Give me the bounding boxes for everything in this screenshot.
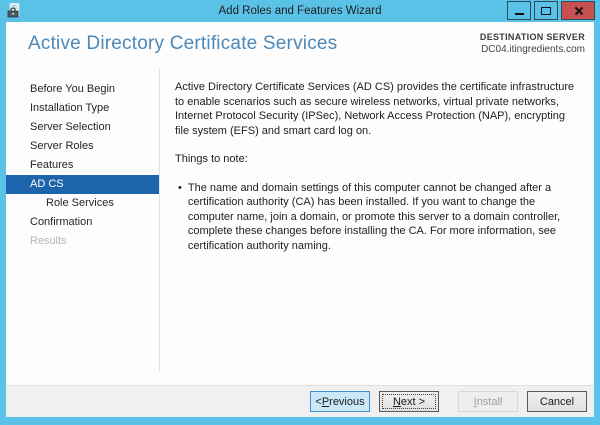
previous-label-post: revious	[329, 396, 364, 408]
destination-server-label: DESTINATION SERVER	[480, 32, 585, 42]
page-title: Active Directory Certificate Services	[28, 33, 337, 55]
things-to-note-heading: Things to note:	[175, 152, 578, 167]
note-bullet-text: The name and domain settings of this com…	[188, 181, 578, 254]
install-label-post: nstall	[477, 396, 503, 408]
sidebar-item-server-selection[interactable]: Server Selection	[6, 118, 159, 137]
maximize-button[interactable]	[534, 1, 558, 20]
sidebar-item-role-services[interactable]: Role Services	[6, 194, 159, 213]
sidebar-item-server-roles[interactable]: Server Roles	[6, 137, 159, 156]
wizard-footer: < Previous Next > Install Cancel	[6, 385, 594, 417]
titlebar[interactable]: Add Roles and Features Wizard	[0, 0, 600, 22]
sidebar-item-before-you-begin[interactable]: Before You Begin	[6, 80, 159, 99]
wizard-window: Add Roles and Features Wizard Active Dir…	[0, 0, 600, 425]
sidebar-item-features[interactable]: Features	[6, 156, 159, 175]
wizard-frame: Active Directory Certificate Services DE…	[6, 22, 594, 417]
bullet-icon: •	[178, 181, 182, 254]
cancel-label: Cancel	[540, 396, 574, 408]
page-content: Active Directory Certificate Services (A…	[160, 68, 594, 385]
note-bullet-item: • The name and domain settings of this c…	[175, 181, 578, 254]
sidebar-item-confirmation[interactable]: Confirmation	[6, 213, 159, 232]
previous-button[interactable]: < Previous	[310, 391, 370, 412]
next-button[interactable]: Next >	[379, 391, 439, 412]
wizard-body: Before You Begin Installation Type Serve…	[6, 68, 594, 385]
window-controls	[504, 1, 595, 20]
minimize-icon	[515, 13, 524, 15]
close-button[interactable]	[561, 1, 595, 20]
next-label-post: ext >	[401, 396, 425, 408]
install-button[interactable]: Install	[458, 391, 518, 412]
close-icon	[573, 6, 583, 16]
sidebar-item-installation-type[interactable]: Installation Type	[6, 99, 159, 118]
intro-paragraph: Active Directory Certificate Services (A…	[175, 80, 578, 138]
destination-server-block: DESTINATION SERVER DC04.itingredients.co…	[480, 32, 585, 55]
next-label-key: N	[393, 396, 401, 408]
wizard-header: Active Directory Certificate Services DE…	[6, 22, 594, 68]
sidebar-item-results: Results	[6, 232, 159, 251]
maximize-icon	[541, 7, 551, 15]
wizard-steps-sidebar: Before You Begin Installation Type Serve…	[6, 68, 160, 372]
sidebar-item-ad-cs[interactable]: AD CS	[6, 175, 159, 194]
destination-server-name: DC04.itingredients.com	[480, 44, 585, 55]
cancel-button[interactable]: Cancel	[527, 391, 587, 412]
previous-label-key: P	[322, 396, 329, 408]
minimize-button[interactable]	[507, 1, 531, 20]
